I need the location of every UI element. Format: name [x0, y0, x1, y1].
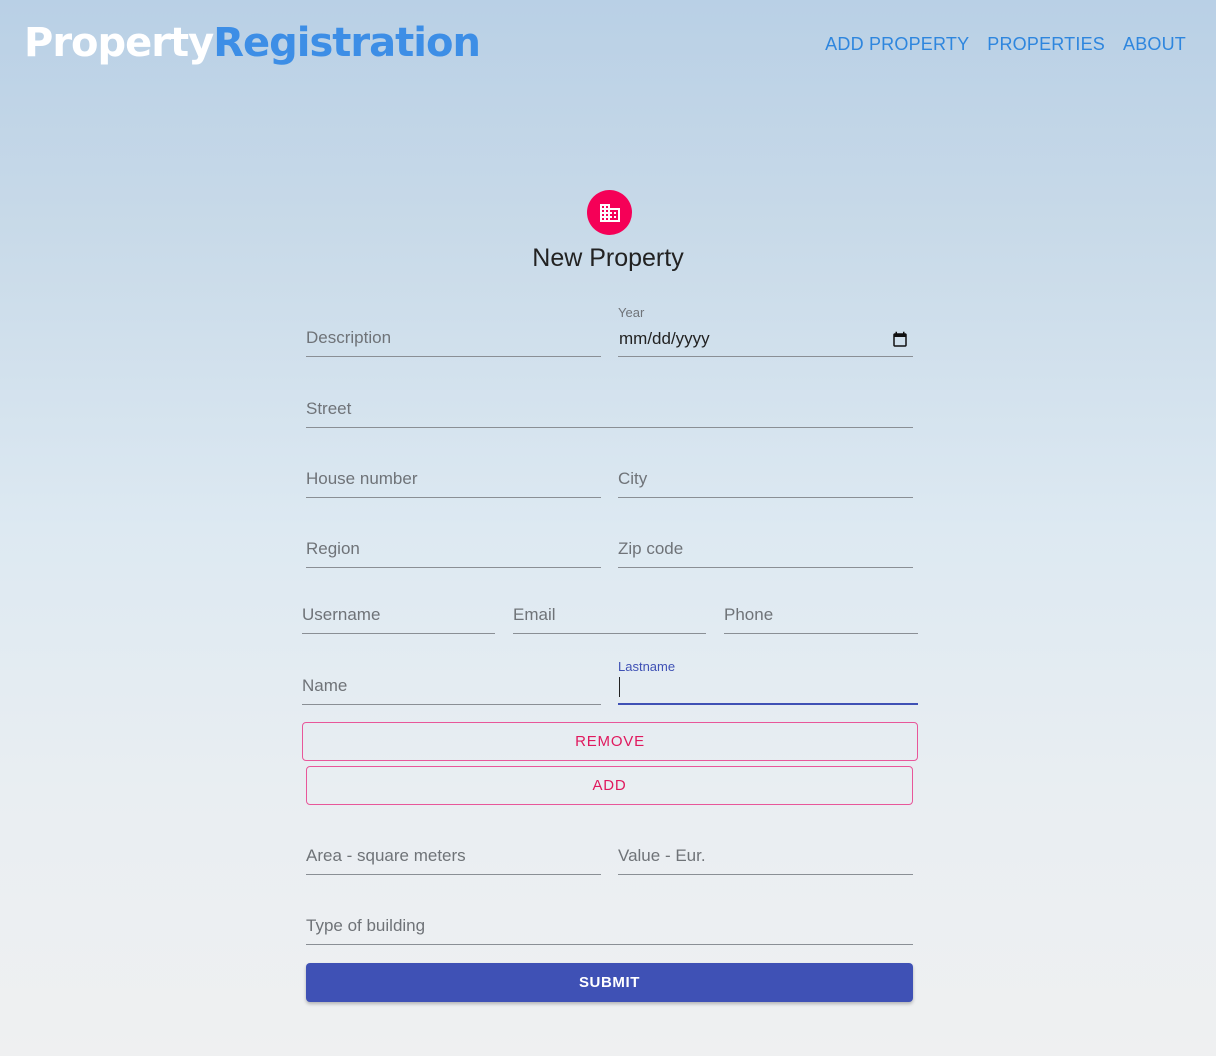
- lastname-field[interactable]: Lastname: [618, 659, 918, 705]
- lastname-label: Lastname: [618, 659, 676, 674]
- submit-button[interactable]: SUBMIT: [306, 963, 913, 1002]
- description-field[interactable]: Description: [306, 327, 601, 357]
- nav-about[interactable]: ABOUT: [1123, 34, 1186, 55]
- region-placeholder: Region: [306, 539, 360, 558]
- building-type-placeholder: Type of building: [306, 916, 426, 935]
- value-field[interactable]: Value - Eur.: [618, 845, 913, 875]
- city-field[interactable]: City: [618, 468, 913, 498]
- brand-logo[interactable]: PropertyRegistration: [24, 18, 481, 68]
- zip-code-placeholder: Zip code: [618, 539, 684, 558]
- remove-button[interactable]: REMOVE: [302, 722, 918, 761]
- username-placeholder: Username: [302, 605, 381, 624]
- text-caret: [619, 677, 620, 697]
- nav-add-property[interactable]: ADD PROPERTY: [825, 34, 969, 55]
- nav-properties[interactable]: PROPERTIES: [987, 34, 1105, 55]
- top-nav: ADD PROPERTY PROPERTIES ABOUT: [825, 34, 1186, 55]
- building-icon-avatar: [587, 190, 632, 235]
- street-field[interactable]: Street: [306, 398, 913, 428]
- area-placeholder: Area - square meters: [306, 846, 466, 865]
- name-field[interactable]: Name: [302, 675, 601, 705]
- area-field[interactable]: Area - square meters: [306, 845, 601, 875]
- year-label: Year: [618, 305, 645, 320]
- phone-placeholder: Phone: [724, 605, 774, 624]
- name-placeholder: Name: [302, 676, 348, 695]
- zip-code-field[interactable]: Zip code: [618, 538, 913, 568]
- email-field[interactable]: Email: [513, 604, 706, 634]
- phone-field[interactable]: Phone: [724, 604, 918, 634]
- region-field[interactable]: Region: [306, 538, 601, 568]
- form-title: New Property: [532, 244, 684, 272]
- building-icon: [599, 203, 620, 222]
- add-button[interactable]: ADD: [306, 766, 913, 805]
- value-placeholder: Value - Eur.: [618, 846, 706, 865]
- email-placeholder: Email: [513, 605, 556, 624]
- description-placeholder: Description: [306, 328, 392, 347]
- brand-part-2: Registration: [213, 20, 481, 66]
- username-field[interactable]: Username: [302, 604, 495, 634]
- house-number-field[interactable]: House number: [306, 468, 601, 498]
- year-date-field[interactable]: Year mm/dd/yyyy: [618, 305, 913, 357]
- building-type-field[interactable]: Type of building: [306, 915, 913, 945]
- street-placeholder: Street: [306, 399, 352, 418]
- brand-part-1: Property: [24, 20, 214, 66]
- calendar-icon[interactable]: [891, 331, 909, 349]
- city-placeholder: City: [618, 469, 648, 488]
- house-number-placeholder: House number: [306, 469, 418, 488]
- year-value: mm/dd/yyyy: [619, 329, 710, 348]
